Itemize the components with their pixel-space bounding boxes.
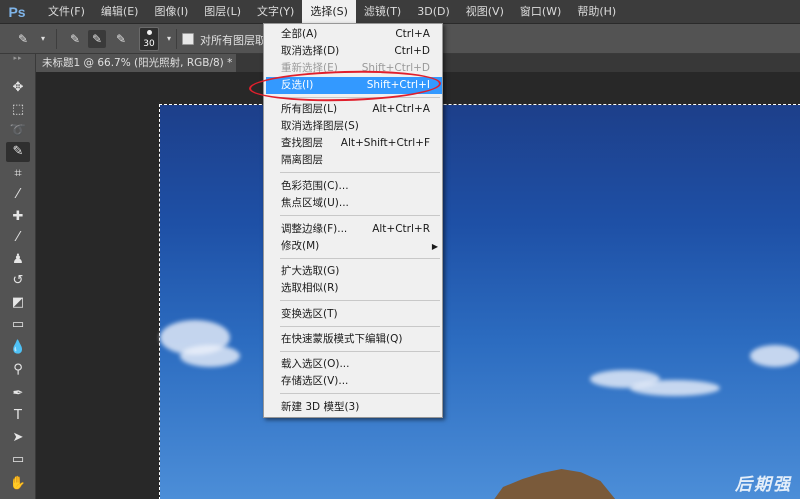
- brush-tool-icon[interactable]: ⁄: [6, 228, 30, 248]
- new-selection-brush-icon[interactable]: ✎: [66, 30, 84, 48]
- submenu-arrow-icon: ▶: [431, 242, 438, 251]
- menu-item-refine-edge[interactable]: 调整边缘(F)... Alt+Ctrl+R: [266, 221, 442, 238]
- eraser-tool-icon[interactable]: ◩: [6, 293, 30, 313]
- marquee-tool-icon[interactable]: ⬚: [6, 100, 30, 120]
- cloud: [630, 380, 720, 396]
- brush-size-value: 30: [143, 39, 155, 49]
- subtract-selection-brush-icon[interactable]: ✎: [112, 30, 130, 48]
- tools-panel: ▸▸ ✥ ⬚ ➰ ✎ ⌗ ⁄ ✚ ⁄ ♟ ↺ ◩ ▭ 💧 ⚲ ✒ T ➤ ▭ ✋: [0, 54, 36, 499]
- menu-separator: [280, 393, 440, 394]
- preset-dropdown-arrow-icon[interactable]: ▾: [34, 30, 52, 48]
- document-tab[interactable]: 未标题1 @ 66.7% (阳光照射, RGB/8) *: [36, 54, 236, 72]
- brush-dot-icon: [146, 30, 152, 35]
- menu-help[interactable]: 帮助(H): [569, 0, 624, 24]
- menu-item-color-range[interactable]: 色彩范围(C)...: [266, 178, 442, 195]
- menu-item-quick-mask[interactable]: 在快速蒙版模式下编辑(Q): [266, 331, 442, 348]
- menu-window[interactable]: 窗口(W): [512, 0, 569, 24]
- gradient-tool-icon[interactable]: ▭: [6, 315, 30, 335]
- menu-separator: [280, 258, 440, 259]
- document-canvas[interactable]: [159, 104, 800, 499]
- menu-item-grow[interactable]: 扩大选取(G): [266, 263, 442, 280]
- menu-image[interactable]: 图像(I): [146, 0, 196, 24]
- lasso-tool-icon[interactable]: ➰: [6, 121, 30, 141]
- blur-tool-icon[interactable]: 💧: [6, 338, 30, 358]
- menu-item-focus-area[interactable]: 焦点区域(U)...: [266, 195, 442, 212]
- menu-item-deselect-layers[interactable]: 取消选择图层(S): [266, 118, 442, 135]
- menu-filter[interactable]: 滤镜(T): [356, 0, 409, 24]
- photoshop-logo: Ps: [8, 3, 26, 20]
- menu-3d[interactable]: 3D(D): [409, 0, 458, 24]
- menu-layer[interactable]: 图层(L): [196, 0, 249, 24]
- menu-separator: [280, 172, 440, 173]
- menu-item-similar[interactable]: 选取相似(R): [266, 280, 442, 297]
- menu-bar: Ps 文件(F) 编辑(E) 图像(I) 图层(L) 文字(Y) 选择(S) 滤…: [0, 0, 800, 24]
- options-separator: [176, 29, 177, 49]
- cloud: [180, 345, 240, 367]
- rectangle-tool-icon[interactable]: ▭: [6, 450, 30, 470]
- eyedropper-tool-icon[interactable]: ⁄: [6, 185, 30, 205]
- path-selection-tool-icon[interactable]: ➤: [6, 428, 30, 448]
- menu-item-load-selection[interactable]: 载入选区(O)...: [266, 356, 442, 373]
- toolbar-grip-icon[interactable]: ▸▸: [4, 55, 32, 62]
- menu-item-all-layers[interactable]: 所有图层(L) Alt+Ctrl+A: [266, 101, 442, 118]
- pen-tool-icon[interactable]: ✒: [6, 384, 30, 404]
- options-separator: [56, 29, 57, 49]
- menu-separator: [280, 326, 440, 327]
- cloud: [750, 345, 800, 367]
- clone-stamp-tool-icon[interactable]: ♟: [6, 250, 30, 270]
- menu-item-new-3d-extrusion[interactable]: 新建 3D 模型(3): [266, 399, 442, 416]
- crop-tool-icon[interactable]: ⌗: [6, 164, 30, 184]
- history-brush-tool-icon[interactable]: ↺: [6, 271, 30, 291]
- menu-item-save-selection[interactable]: 存储选区(V)...: [266, 373, 442, 390]
- menu-item-select-all[interactable]: 全部(A) Ctrl+A: [266, 26, 442, 43]
- menu-view[interactable]: 视图(V): [458, 0, 512, 24]
- quick-selection-preset-icon[interactable]: ✎: [14, 30, 32, 48]
- brush-size-picker[interactable]: 30: [139, 27, 159, 51]
- menu-type[interactable]: 文字(Y): [249, 0, 302, 24]
- dodge-tool-icon[interactable]: ⚲: [6, 360, 30, 380]
- watermark-logo: 后期强: [735, 475, 792, 495]
- menu-select[interactable]: 选择(S): [302, 0, 356, 24]
- menu-separator: [280, 215, 440, 216]
- rock-formation: [490, 469, 620, 499]
- menu-file[interactable]: 文件(F): [40, 0, 93, 24]
- menu-item-isolate-layers[interactable]: 隔离图层: [266, 152, 442, 169]
- move-tool-icon[interactable]: ✥: [6, 78, 30, 98]
- menu-item-transform-selection[interactable]: 变换选区(T): [266, 306, 442, 323]
- hand-tool-icon[interactable]: ✋: [6, 474, 30, 494]
- type-tool-icon[interactable]: T: [6, 406, 30, 426]
- menu-item-modify[interactable]: 修改(M) ▶: [266, 238, 442, 255]
- menu-item-find-layers[interactable]: 查找图层 Alt+Shift+Ctrl+F: [266, 135, 442, 152]
- menu-edit[interactable]: 编辑(E): [93, 0, 147, 24]
- add-to-selection-brush-icon[interactable]: ✎: [88, 30, 106, 48]
- sample-all-layers-checkbox[interactable]: [182, 33, 194, 45]
- menu-separator: [280, 300, 440, 301]
- menu-separator: [280, 351, 440, 352]
- menu-item-deselect[interactable]: 取消选择(D) Ctrl+D: [266, 43, 442, 60]
- quick-selection-tool-icon[interactable]: ✎: [6, 142, 30, 162]
- healing-brush-tool-icon[interactable]: ✚: [6, 207, 30, 227]
